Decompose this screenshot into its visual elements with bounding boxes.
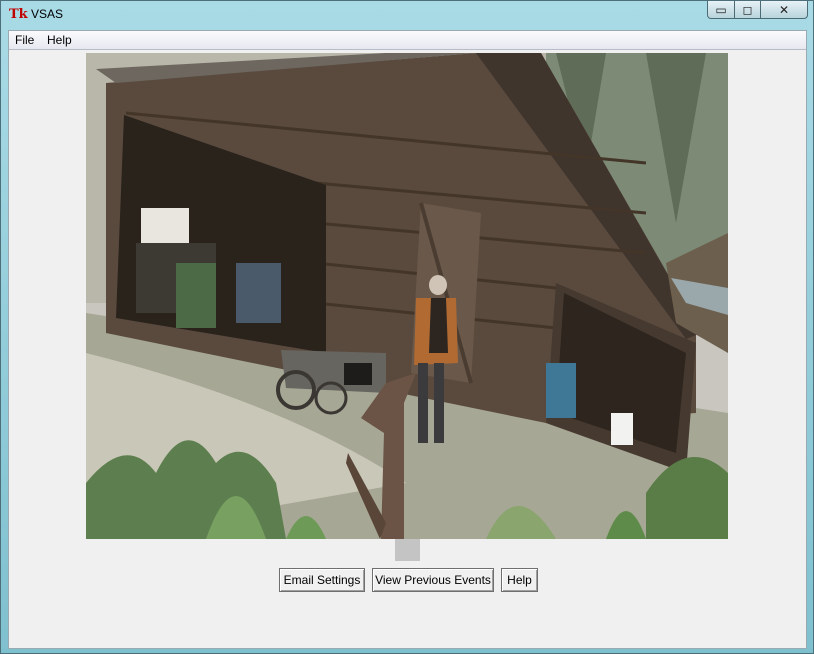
maximize-icon: ◻ <box>742 2 753 17</box>
window-title: VSAS <box>31 7 64 21</box>
view-previous-events-button[interactable]: View Previous Events <box>372 568 494 592</box>
email-settings-button[interactable]: Email Settings <box>279 568 365 592</box>
app-window: Tk VSAS ▭ ◻ ✕ File Help Email Settings V… <box>0 0 814 654</box>
close-button[interactable]: ✕ <box>760 1 808 19</box>
menu-bar: File Help <box>9 31 806 50</box>
camera-feed <box>86 53 728 539</box>
camera-feed-image <box>86 53 728 539</box>
maximize-button[interactable]: ◻ <box>734 1 761 19</box>
menu-file[interactable]: File <box>15 33 34 47</box>
close-icon: ✕ <box>778 2 790 17</box>
main-panel: File Help Email Settings View Previous E… <box>8 30 807 649</box>
help-button[interactable]: Help <box>501 568 538 592</box>
tk-app-icon: Tk <box>9 7 28 22</box>
minimize-button[interactable]: ▭ <box>707 1 735 19</box>
title-bar[interactable]: Tk VSAS ▭ ◻ ✕ <box>1 1 813 29</box>
minimize-icon: ▭ <box>715 2 727 17</box>
scroll-handle[interactable] <box>395 539 420 561</box>
menu-help[interactable]: Help <box>47 33 72 47</box>
